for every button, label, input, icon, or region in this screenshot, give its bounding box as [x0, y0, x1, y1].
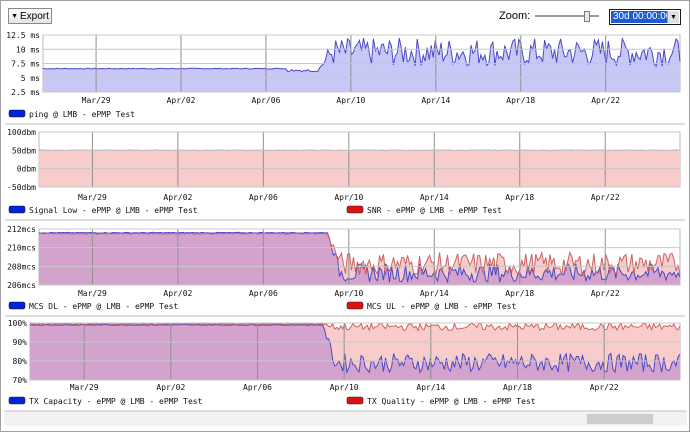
y-tick-label: 212mcs — [7, 225, 36, 234]
y-tick-label: 10 ms — [16, 45, 40, 54]
x-tick-label: Apr/22 — [590, 383, 619, 392]
x-tick-label: Apr/18 — [503, 383, 532, 392]
legend-label: TX Capacity - ePMP @ LMB - ePMP Test — [29, 397, 203, 406]
x-tick-label: Apr/22 — [591, 193, 620, 202]
y-tick-label: 80% — [13, 357, 28, 366]
graph-panel-4: Mar/29 Apr/02 Apr/06 Apr/10 Apr/14 Apr/18 Apr/… — [5, 319, 685, 411]
x-tick-label: Mar/29 — [78, 193, 107, 202]
y-tick-label: -50dbm — [7, 183, 36, 192]
legend-swatch — [346, 301, 364, 310]
legend-label: SNR - ePMP @ LMB - ePMP Test — [367, 206, 502, 215]
x-tick-label: Apr/18 — [505, 289, 534, 298]
x-tick-label: Apr/10 — [334, 289, 363, 298]
y-tick-label: 210mcs — [7, 244, 36, 253]
legend-swatch — [8, 205, 26, 214]
graph-panel-2: Mar/29 Apr/02 Apr/06 Apr/10 Apr/14 Apr/18 Apr/… — [5, 128, 685, 221]
scrollbar-thumb[interactable] — [587, 414, 653, 424]
x-tick-label: Apr/06 — [249, 289, 278, 298]
legend-swatch — [8, 301, 26, 310]
graph-window: ▼ Export Zoom: 30d 00:00:00 ▼ Mar/29 Apr/… — [0, 0, 690, 432]
horizontal-scrollbar[interactable] — [4, 411, 687, 426]
y-tick-label: 206mcs — [7, 281, 36, 290]
x-tick-label: Apr/02 — [156, 383, 185, 392]
x-tick-label: Apr/14 — [420, 289, 449, 298]
x-tick-label: Mar/29 — [78, 289, 107, 298]
x-tick-label: Apr/02 — [167, 96, 196, 105]
legend-label: MCS UL - ePMP @ LMB - ePMP Test — [367, 302, 516, 311]
legend-swatch — [8, 109, 26, 118]
x-tick-label: Apr/18 — [506, 96, 535, 105]
y-tick-label: 50dbm — [12, 146, 36, 155]
legend-label: MCS DL - ePMP @ LMB - ePMP Test — [29, 302, 178, 311]
graph-panel-1: Mar/29 Apr/02 Apr/06 Apr/10 Apr/14 Apr/18 Apr/… — [5, 31, 685, 125]
x-tick-label: Apr/06 — [243, 383, 272, 392]
legend-label: Signal Low - ePMP @ LMB - ePMP Test — [29, 206, 198, 215]
x-tick-label: Apr/02 — [163, 193, 192, 202]
legend-label: TX Quality - ePMP @ LMB - ePMP Test — [367, 397, 536, 406]
x-tick-label: Apr/14 — [416, 383, 445, 392]
x-tick-label: Apr/18 — [505, 193, 534, 202]
y-tick-label: 2.5 ms — [11, 88, 40, 97]
y-tick-label: 7.5 ms — [11, 60, 40, 69]
x-tick-label: Apr/14 — [421, 96, 450, 105]
x-tick-label: Apr/10 — [336, 96, 365, 105]
y-tick-label: 90% — [13, 338, 28, 347]
x-tick-label: Apr/02 — [163, 289, 192, 298]
y-tick-label: 100dbm — [7, 128, 36, 137]
y-tick-label: 100% — [8, 319, 27, 328]
x-tick-label: Apr/06 — [249, 193, 278, 202]
x-tick-label: Mar/29 — [70, 383, 99, 392]
legend-label: ping @ LMB - ePMP Test — [29, 110, 135, 119]
x-tick-label: Apr/22 — [591, 96, 620, 105]
y-tick-label: 70% — [13, 376, 28, 385]
y-tick-label: 208mcs — [7, 262, 36, 271]
y-tick-label: 5 ms — [21, 74, 40, 83]
x-tick-label: Apr/06 — [251, 96, 280, 105]
x-tick-label: Mar/29 — [82, 96, 111, 105]
y-tick-label: 0dbm — [17, 165, 36, 174]
legend-swatch — [346, 396, 364, 405]
x-tick-label: Apr/10 — [334, 193, 363, 202]
x-tick-label: Apr/10 — [330, 383, 359, 392]
x-tick-label: Apr/22 — [591, 289, 620, 298]
y-tick-label: 12.5 ms — [6, 31, 40, 40]
x-tick-label: Apr/14 — [420, 193, 449, 202]
graphs-area: Mar/29 Apr/02 Apr/06 Apr/10 Apr/14 Apr/18 Apr/… — [5, 31, 685, 411]
graph-panel-3: Mar/29 Apr/02 Apr/06 Apr/10 Apr/14 Apr/18 Apr/… — [5, 225, 685, 317]
legend-swatch — [346, 205, 364, 214]
legend-swatch — [8, 396, 26, 405]
